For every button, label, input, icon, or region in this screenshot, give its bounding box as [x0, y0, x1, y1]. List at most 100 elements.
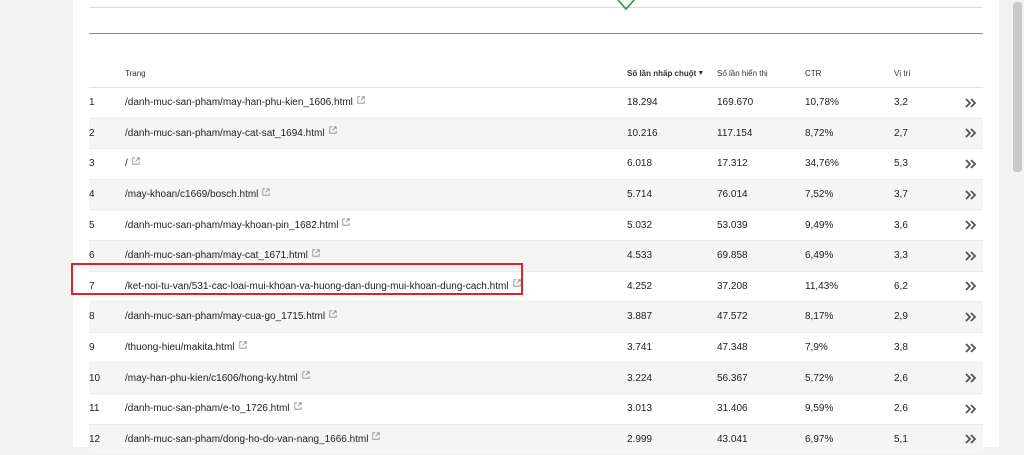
vertical-scrollbar[interactable]: [1011, 0, 1024, 447]
pages-table: Trang Số lần nhấp chuột ▼ Số lần hiển th…: [89, 60, 983, 455]
header-impressions[interactable]: Số lần hiển thị: [717, 60, 807, 87]
page-link[interactable]: /may-han-phu-kien/c1606/hong-ky.html: [125, 373, 298, 384]
header-position[interactable]: Vị trí: [894, 60, 954, 87]
page-link[interactable]: /danh-muc-san-pham/may-cat-sat_1694.html: [125, 128, 325, 139]
external-link-icon[interactable]: [329, 310, 337, 318]
double-chevron-right-icon[interactable]: [959, 363, 983, 393]
external-link-icon[interactable]: [293, 402, 302, 410]
row-page[interactable]: /: [125, 149, 625, 179]
row-page[interactable]: /danh-muc-san-pham/may-cat-sat_1694.html: [125, 119, 625, 149]
external-link-icon[interactable]: [357, 96, 365, 104]
row-ctr: 8,72%: [805, 127, 834, 139]
row-position: 2,6: [894, 372, 908, 384]
external-link-icon[interactable]: [372, 432, 381, 440]
row-position: 3,6: [894, 219, 908, 231]
double-chevron-right-icon[interactable]: [959, 180, 983, 210]
header-ctr[interactable]: CTR: [805, 60, 885, 87]
external-link-icon[interactable]: [312, 249, 320, 257]
external-link-icon[interactable]: [262, 187, 271, 196]
page-link[interactable]: /thuong-hieu/makita.html: [125, 342, 235, 353]
row-position: 6,2: [894, 280, 908, 292]
row-ctr: 5,72%: [805, 372, 834, 384]
double-chevron-right-icon[interactable]: [959, 241, 983, 271]
table-row[interactable]: 4/may-khoan/c1669/bosch.html 5.714 76.014 7…: [89, 179, 983, 211]
row-impressions: 76.014: [717, 189, 748, 201]
row-page[interactable]: /danh-muc-san-pham/may-khoan-pin_1682.ht…: [125, 210, 625, 240]
table-row[interactable]: 8/danh-muc-san-pham/may-cua-go_1715.html…: [89, 302, 983, 333]
row-page[interactable]: /danh-muc-san-pham/dong-ho-do-van-nang_1…: [125, 425, 625, 455]
row-impressions: 47.348: [717, 342, 748, 354]
page-link[interactable]: /danh-muc-san-pham/e-to_1726.html: [125, 403, 290, 414]
double-chevron-right-icon[interactable]: [959, 210, 983, 240]
row-page[interactable]: /may-khoan/c1669/bosch.html: [125, 180, 625, 210]
table-row[interactable]: 12/danh-muc-san-pham/dong-ho-do-van-nang…: [89, 424, 983, 455]
results-panel: Trang Số lần nhấp chuột ▼ Số lần hiển th…: [73, 0, 999, 455]
row-impressions: 37.208: [717, 280, 748, 292]
row-impressions: 17.312: [717, 158, 748, 170]
row-page[interactable]: /thuong-hieu/makita.html: [125, 333, 625, 363]
page-link[interactable]: /danh-muc-san-pham/may-cua-go_1715.html: [125, 311, 325, 322]
row-clicks: 5.714: [627, 189, 653, 201]
header-clicks[interactable]: Số lần nhấp chuột ▼: [627, 60, 717, 87]
external-link-icon[interactable]: [302, 371, 310, 379]
external-link-icon[interactable]: [328, 126, 337, 134]
row-position: 3,7: [894, 189, 908, 201]
row-ctr: 7,9%: [805, 342, 828, 354]
double-chevron-right-icon[interactable]: [959, 88, 983, 118]
double-chevron-right-icon[interactable]: [959, 119, 983, 149]
row-index: 8: [89, 311, 95, 323]
row-index: 11: [89, 403, 100, 415]
row-impressions: 53.039: [717, 219, 748, 231]
row-impressions: 31.406: [717, 403, 748, 415]
table-header-row: Trang Số lần nhấp chuột ▼ Số lần hiển th…: [89, 60, 983, 88]
double-chevron-right-icon[interactable]: [959, 333, 983, 363]
row-position: 5,1: [894, 433, 908, 445]
row-ctr: 8,17%: [805, 311, 834, 323]
row-page[interactable]: /may-han-phu-kien/c1606/hong-ky.html: [125, 363, 625, 393]
table-row[interactable]: 11/danh-muc-san-pham/e-to_1726.html 3.013…: [89, 394, 983, 425]
page-link[interactable]: /danh-muc-san-pham/may-cat_1671.html: [125, 250, 308, 261]
page-link[interactable]: /may-khoan/c1669/bosch.html: [125, 189, 258, 200]
page-link[interactable]: /danh-muc-san-pham/may-han-phu-kien_1606…: [125, 97, 353, 108]
row-position: 3,2: [894, 97, 908, 109]
row-page[interactable]: /danh-muc-san-pham/e-to_1726.html: [125, 394, 625, 424]
row-index: 3: [89, 158, 95, 170]
row-page[interactable]: /danh-muc-san-pham/may-han-phu-kien_1606…: [125, 88, 625, 118]
table-row[interactable]: 5/danh-muc-san-pham/may-khoan-pin_1682.h…: [89, 210, 983, 241]
double-chevron-right-icon[interactable]: [959, 394, 983, 424]
row-ctr: 9,49%: [805, 219, 834, 231]
double-chevron-right-icon[interactable]: [959, 149, 983, 179]
row-impressions: 69.858: [717, 250, 748, 262]
row-index: 2: [89, 127, 95, 139]
row-position: 2,6: [894, 403, 908, 415]
row-ctr: 6,49%: [805, 250, 834, 262]
header-page[interactable]: Trang: [125, 60, 625, 87]
table-row[interactable]: 9/thuong-hieu/makita.html 3.741 47.348 7,9%…: [89, 333, 983, 364]
row-impressions: 56.367: [717, 372, 748, 384]
double-chevron-right-icon[interactable]: [959, 302, 983, 332]
table-row[interactable]: 1/danh-muc-san-pham/may-han-phu-kien_160…: [89, 88, 983, 119]
row-index: 9: [89, 342, 95, 354]
page-link[interactable]: /: [125, 158, 128, 169]
external-link-icon[interactable]: [342, 218, 351, 226]
row-ctr: 10,78%: [805, 97, 839, 109]
row-page[interactable]: /danh-muc-san-pham/may-cua-go_1715.html: [125, 302, 625, 332]
table-row[interactable]: 10/may-han-phu-kien/c1606/hong-ky.html 3.…: [89, 363, 983, 394]
row-ctr: 34,76%: [805, 158, 839, 170]
page-link[interactable]: /danh-muc-san-pham/dong-ho-do-van-nang_1…: [125, 434, 368, 445]
external-link-icon[interactable]: [238, 340, 247, 349]
row-position: 2,7: [894, 127, 908, 139]
double-chevron-right-icon[interactable]: [959, 425, 983, 455]
row-clicks: 3.887: [627, 311, 653, 323]
scrollbar-thumb[interactable]: [1013, 2, 1022, 172]
row-ctr: 6,97%: [805, 433, 834, 445]
external-link-icon[interactable]: [132, 157, 140, 165]
row-clicks: 3.741: [627, 342, 653, 354]
table-row[interactable]: 2/danh-muc-san-pham/may-cat-sat_1694.htm…: [89, 118, 983, 150]
row-impressions: 43.041: [717, 433, 748, 445]
row-index: 5: [89, 219, 95, 231]
double-chevron-right-icon[interactable]: [959, 272, 983, 302]
page-link[interactable]: /danh-muc-san-pham/may-khoan-pin_1682.ht…: [125, 220, 338, 231]
table-row[interactable]: 3 / 6.018 17.312 34,76% 5,3: [89, 149, 983, 180]
row-impressions: 117.154: [717, 127, 753, 139]
